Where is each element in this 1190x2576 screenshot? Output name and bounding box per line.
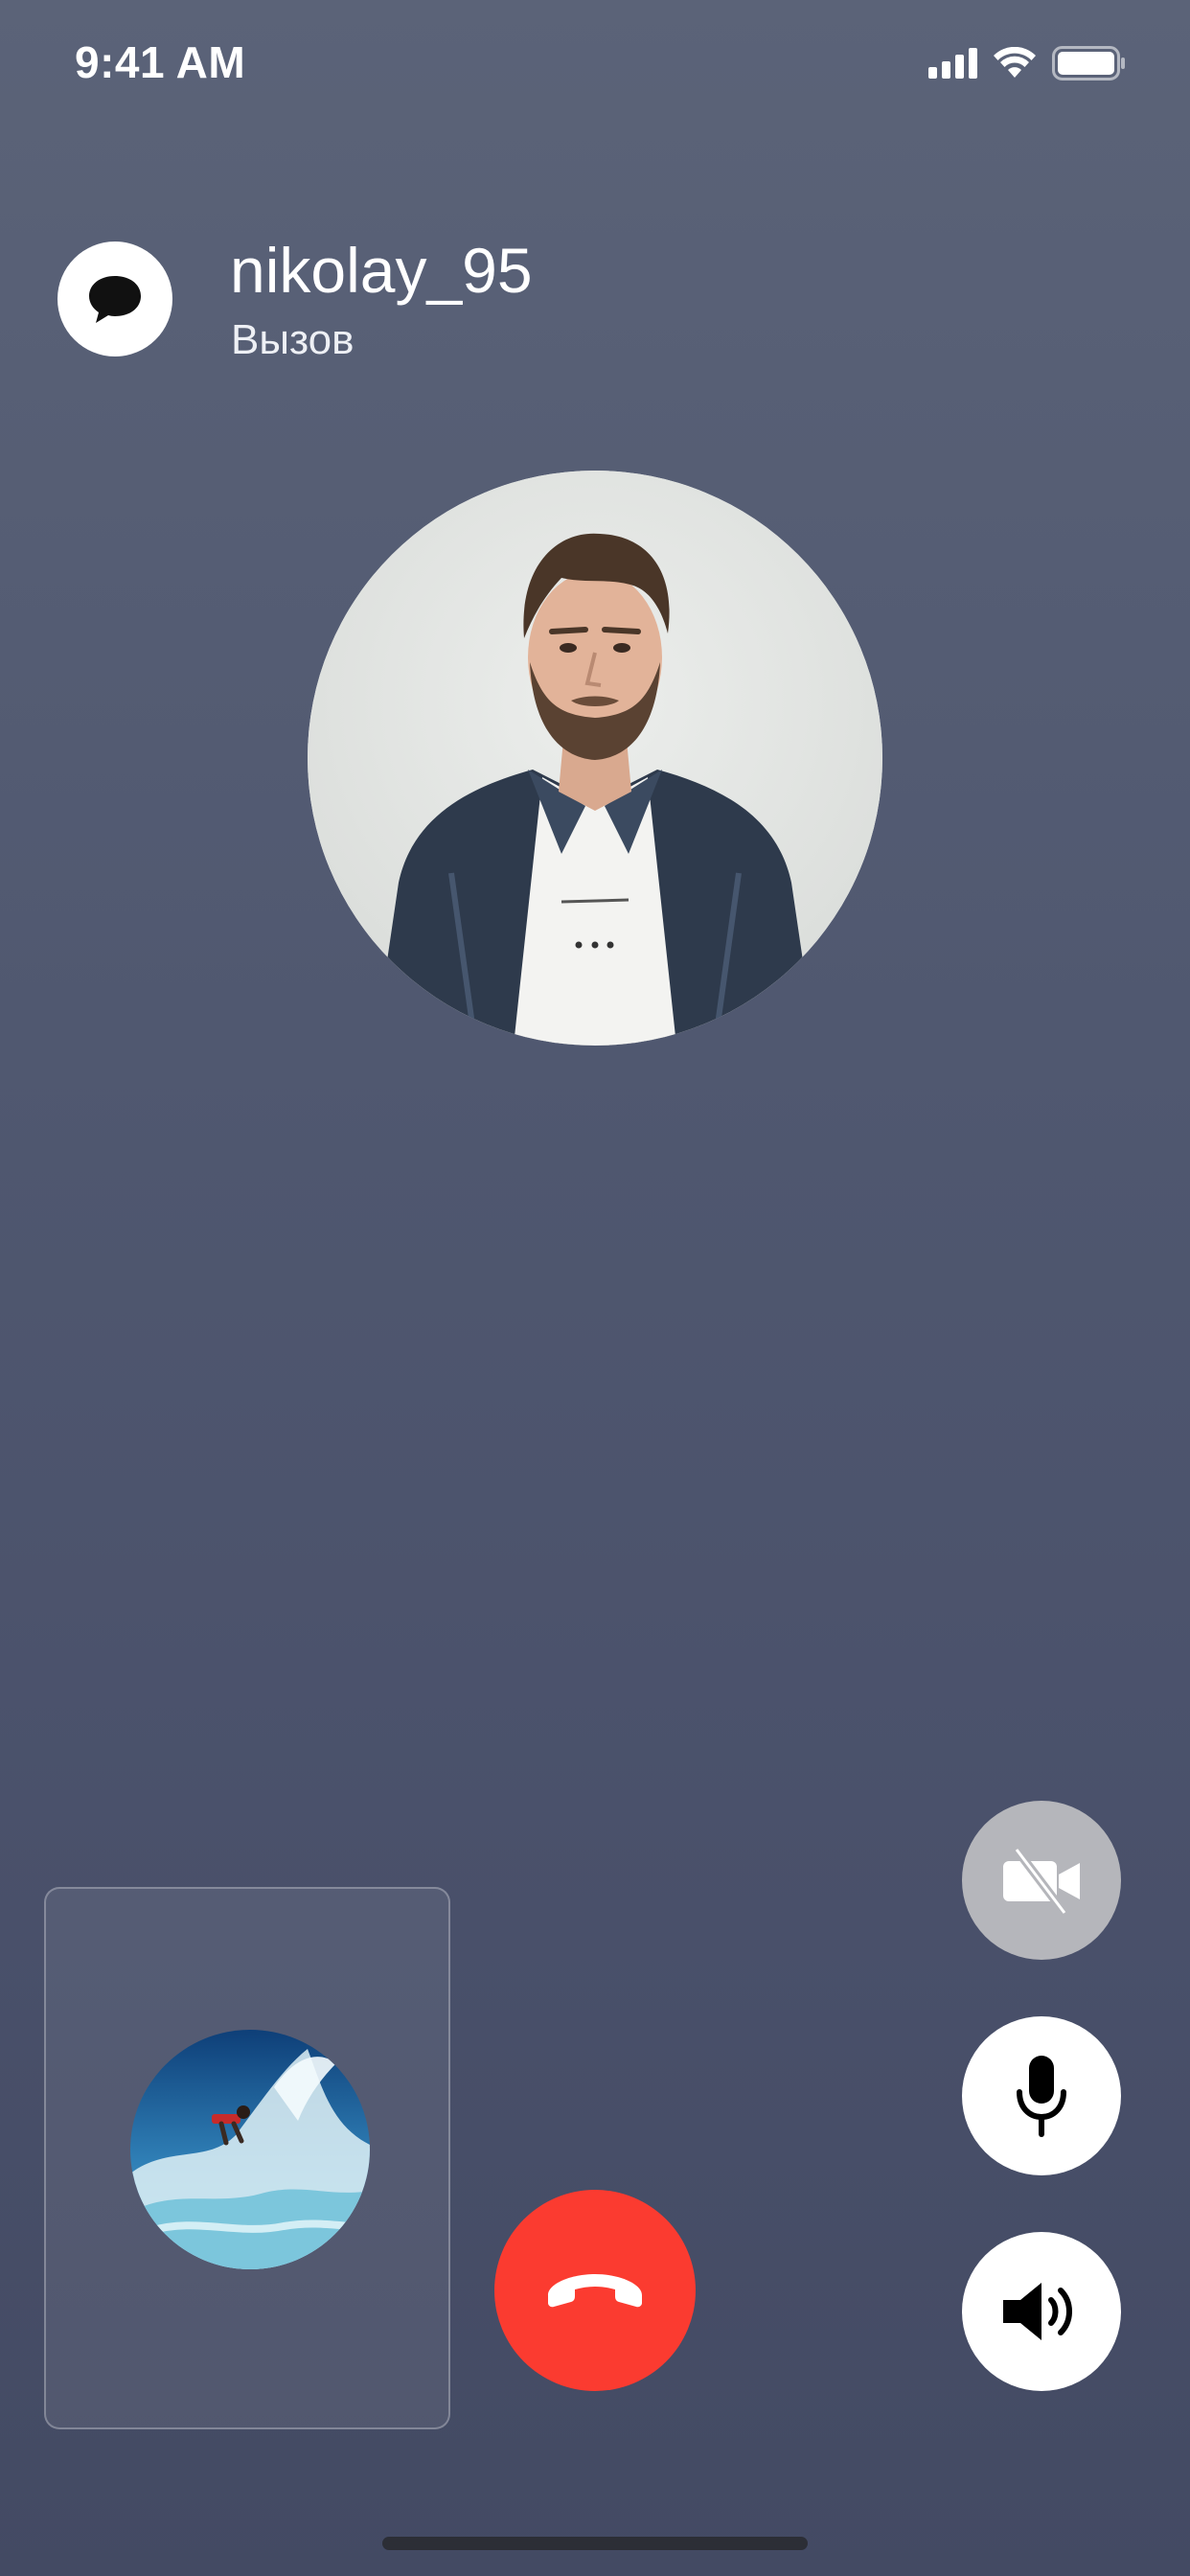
contact-name: nikolay_95 [230,235,533,306]
chat-button[interactable] [57,242,172,356]
video-off-icon [1003,1847,1080,1916]
status-time: 9:41 AM [75,37,246,87]
self-avatar [130,2030,370,2269]
call-status: Вызов [231,316,355,363]
wifi-icon [994,47,1036,78]
surfer-photo [130,2030,370,2269]
cellular-signal-icon [928,48,977,79]
camera-toggle-button[interactable] [962,1801,1121,1960]
microphone-button[interactable] [962,2016,1121,2175]
end-call-button[interactable] [494,2190,696,2391]
hang-up-icon [548,2274,642,2308]
status-icons [928,46,1127,80]
self-video-preview[interactable] [44,1887,450,2429]
battery-icon [1052,46,1125,80]
speaker-icon [1003,2283,1072,2340]
microphone-icon [1017,2056,1066,2137]
contact-avatar [308,471,882,1046]
chat-bubble-icon [89,276,141,323]
speaker-button[interactable] [962,2232,1121,2391]
contact-photo [308,471,882,1046]
home-indicator [382,2537,808,2550]
status-bar: 9:41 AM [0,0,1190,126]
